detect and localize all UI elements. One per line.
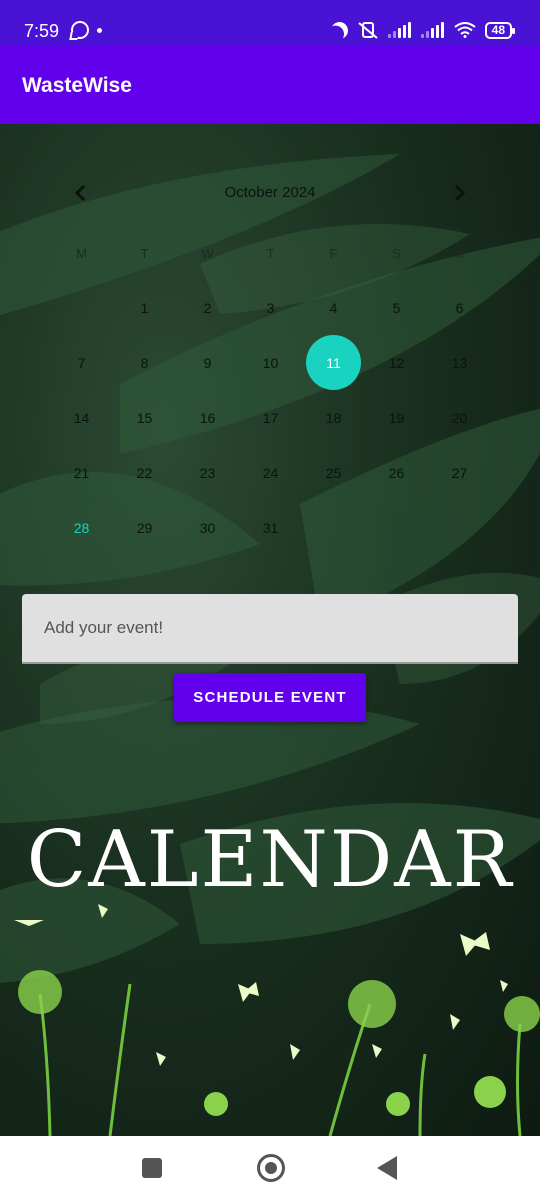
day-number: 18 (325, 409, 342, 426)
weekday-label: F (329, 246, 338, 261)
app-title: WasteWise (22, 74, 132, 97)
day-number: 17 (262, 409, 279, 426)
weekday-label: W (201, 246, 214, 261)
day-number: 21 (73, 464, 90, 481)
vibrate-off-icon (358, 22, 378, 39)
day-number: 15 (136, 409, 153, 426)
notification-dot-icon (97, 28, 102, 33)
day-cell[interactable]: 5 (365, 280, 428, 335)
home-icon[interactable] (257, 1154, 285, 1182)
day-number: 28 (73, 519, 90, 536)
day-number: 2 (203, 299, 212, 316)
chevron-right-icon[interactable] (442, 176, 476, 210)
day-cell[interactable]: 24 (239, 445, 302, 500)
back-icon[interactable] (377, 1156, 397, 1180)
day-number: 3 (266, 299, 275, 316)
day-cell[interactable]: 19 (365, 390, 428, 445)
weekday-row: M T W T F S S (50, 246, 491, 261)
month-label: October 2024 (224, 184, 316, 201)
day-cell[interactable]: 29 (113, 500, 176, 555)
day-cell[interactable]: 30 (176, 500, 239, 555)
chevron-left-icon[interactable] (64, 176, 98, 210)
day-number: 31 (262, 519, 279, 536)
day-cell[interactable]: 26 (365, 445, 428, 500)
day-number: 14 (73, 409, 90, 426)
day-number: 7 (77, 354, 86, 371)
day-grid: 1 2 3 4 5 6 7 8 9 10 11 12 13 14 15 16 17 18 19 20 21 22 23 24 2… (50, 280, 491, 555)
day-number: 11 (326, 354, 341, 371)
weekday-label: T (140, 246, 149, 261)
weekday-label: T (266, 246, 275, 261)
day-cell[interactable]: 10 (239, 335, 302, 390)
day-cell[interactable]: 2 (176, 280, 239, 335)
calendar-art-title: CALENDAR (26, 815, 514, 905)
day-cell[interactable]: 18 (302, 390, 365, 445)
whatsapp-icon (71, 21, 89, 39)
day-cell[interactable]: 21 (50, 445, 113, 500)
event-input[interactable] (22, 594, 518, 662)
day-number: 29 (136, 519, 153, 536)
system-nav-bar (0, 1136, 540, 1200)
day-cell[interactable]: 3 (239, 280, 302, 335)
day-cell[interactable]: 8 (113, 335, 176, 390)
day-cell[interactable]: 15 (113, 390, 176, 445)
day-number: 4 (329, 299, 338, 316)
day-number: 26 (388, 464, 405, 481)
day-cell-selected[interactable]: 11 (302, 335, 365, 390)
day-cell[interactable]: 31 (239, 500, 302, 555)
moon-icon (328, 19, 350, 41)
day-cell[interactable]: 6 (428, 280, 491, 335)
day-cell[interactable]: 1 (113, 280, 176, 335)
day-number: 6 (455, 299, 464, 316)
day-number: 25 (325, 464, 342, 481)
day-number: 5 (392, 299, 401, 316)
weekday-label: M (76, 246, 87, 261)
day-number: 8 (140, 354, 149, 371)
day-number: 22 (136, 464, 153, 481)
signal-icon (420, 22, 445, 38)
calendar-header: October 2024 (0, 176, 540, 210)
battery-icon: 48 (484, 21, 516, 39)
day-cell[interactable]: 12 (365, 335, 428, 390)
day-cell[interactable]: 20 (428, 390, 491, 445)
event-field[interactable] (22, 594, 518, 664)
status-icons: 48 (328, 18, 516, 42)
day-number: 9 (203, 354, 212, 371)
day-empty (50, 280, 113, 335)
signal-icon (387, 22, 412, 38)
day-cell[interactable]: 22 (113, 445, 176, 500)
day-number: 20 (451, 409, 468, 426)
day-cell[interactable]: 23 (176, 445, 239, 500)
day-number: 10 (262, 354, 279, 371)
wifi-icon (454, 22, 476, 38)
day-number: 23 (199, 464, 216, 481)
weekday-label: S (455, 246, 464, 261)
day-number: 13 (451, 354, 468, 371)
day-number: 24 (262, 464, 279, 481)
weekday-label: S (392, 246, 401, 261)
day-cell[interactable]: 16 (176, 390, 239, 445)
day-number: 19 (388, 409, 405, 426)
app-bar: WasteWise (0, 46, 540, 124)
recent-apps-icon[interactable] (142, 1158, 162, 1178)
day-cell[interactable]: 4 (302, 280, 365, 335)
day-cell[interactable]: 27 (428, 445, 491, 500)
day-number: 1 (140, 299, 149, 316)
status-time: 7:59 (24, 21, 60, 41)
day-number: 12 (388, 354, 405, 371)
day-cell[interactable]: 28 (50, 500, 113, 555)
day-cell[interactable]: 9 (176, 335, 239, 390)
day-cell[interactable]: 25 (302, 445, 365, 500)
day-number: 27 (451, 464, 468, 481)
day-cell[interactable]: 17 (239, 390, 302, 445)
day-number: 16 (199, 409, 216, 426)
day-cell[interactable]: 7 (50, 335, 113, 390)
status-bar: 7:59 48 (0, 0, 540, 46)
day-cell[interactable]: 14 (50, 390, 113, 445)
day-number: 30 (199, 519, 216, 536)
schedule-event-button[interactable]: SCHEDULE EVENT (174, 673, 366, 722)
day-cell[interactable]: 13 (428, 335, 491, 390)
